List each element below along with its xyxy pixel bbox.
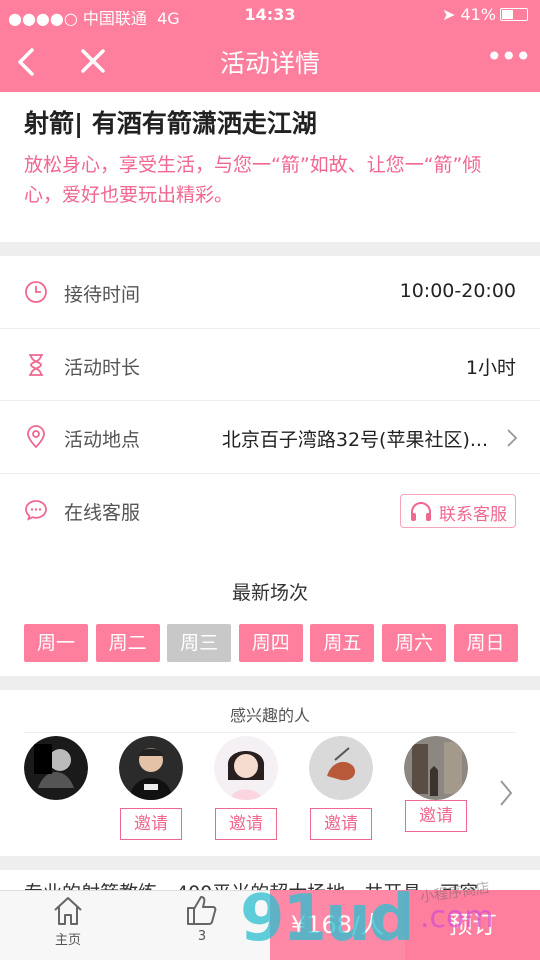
- info-label: 接待时间: [64, 284, 141, 306]
- clock-icon: [25, 281, 47, 303]
- info-value-address: 北京百子湾路32号(苹果社区)...: [221, 429, 488, 451]
- day-tuesday[interactable]: 周二: [95, 624, 160, 662]
- home-icon: [54, 897, 82, 925]
- avatar: [24, 736, 88, 800]
- interested-people: 感兴趣的人 邀请 邀请 邀请 邀请: [0, 690, 540, 856]
- person-avatar-5[interactable]: [404, 736, 468, 804]
- info-row-location[interactable]: 活动地点 北京百子湾路32号(苹果社区)...: [0, 401, 540, 474]
- activity-info: 接待时间 10:00-20:00 活动时长 1小时 活动地点 北京百子湾路32号…: [0, 256, 540, 546]
- info-label: 活动时长: [64, 356, 141, 379]
- chevron-right-icon[interactable]: [498, 778, 514, 808]
- invite-button-2[interactable]: 邀请: [120, 808, 182, 840]
- more-button[interactable]: •••: [486, 42, 532, 82]
- invite-button-3[interactable]: 邀请: [215, 808, 277, 840]
- info-label: 活动地点: [64, 429, 141, 451]
- info-row-duration: 活动时长 1小时: [0, 329, 540, 401]
- status-bar: ●●●●○ 中国联通 4G 14:33 ➤ 41%: [0, 0, 540, 30]
- tab-home-label: 主页: [54, 933, 81, 948]
- watermark-logo: 91ud: [240, 882, 414, 956]
- location-arrow-icon: ➤: [441, 5, 456, 24]
- more-dots-icon: •••: [486, 40, 532, 73]
- info-value: 10:00-20:00: [399, 280, 516, 302]
- person-avatar-4[interactable]: [309, 736, 373, 804]
- person-avatar-2[interactable]: [119, 736, 183, 804]
- info-row-reception-time: 接待时间 10:00-20:00: [0, 256, 540, 329]
- activity-subtitle: 放松身心，享受生活，与您一“箭”如故、让您一“箭”倾心，爱好也要玩出精彩。: [24, 154, 482, 206]
- info-row-online-service: 在线客服 联系客服: [0, 474, 540, 547]
- hourglass-icon: [29, 353, 43, 376]
- day-thursday[interactable]: 周四: [238, 624, 303, 662]
- thumbs-up-icon: [187, 896, 217, 925]
- divider: [24, 732, 516, 733]
- avatar: [214, 736, 278, 800]
- schedule-title: 最新场次: [231, 582, 308, 604]
- day-friday[interactable]: 周五: [310, 624, 375, 662]
- info-label: 在线客服: [64, 501, 141, 524]
- location-pin-icon: [27, 425, 45, 449]
- tab-like[interactable]: 3: [172, 893, 232, 944]
- chevron-right-icon: [507, 429, 518, 447]
- activity-title: 射箭| 有酒有箭潇洒走江湖: [24, 109, 317, 138]
- person-avatar-1[interactable]: [24, 736, 88, 804]
- invite-button-4[interactable]: 邀请: [310, 808, 372, 840]
- day-saturday[interactable]: 周六: [381, 624, 446, 662]
- info-value: 1小时: [465, 356, 516, 379]
- contact-service-label: 联系客服: [439, 504, 507, 525]
- schedule-section: 最新场次 周一 周二 周三 周四 周五 周六 周日: [0, 546, 540, 676]
- day-wednesday[interactable]: 周三: [167, 624, 232, 662]
- chat-bubble-icon: [25, 499, 47, 521]
- avatar: [119, 736, 183, 800]
- avatar: [309, 736, 373, 800]
- day-sunday[interactable]: 周日: [453, 624, 518, 662]
- day-monday[interactable]: 周一: [24, 624, 88, 662]
- contact-service-button[interactable]: 联系客服: [400, 493, 516, 528]
- tab-home[interactable]: 主页: [38, 893, 98, 948]
- day-selector: 周一 周二 周三 周四 周五 周六 周日: [24, 624, 525, 662]
- like-count: 3: [197, 929, 207, 944]
- activity-intro: 射箭| 有酒有箭潇洒走江湖 放松身心，享受生活，与您一“箭”如故、让您一“箭”倾…: [0, 92, 540, 242]
- person-avatar-3[interactable]: [214, 736, 278, 804]
- people-title: 感兴趣的人: [229, 706, 310, 725]
- nav-bar: 活动详情 •••: [0, 30, 540, 92]
- headset-icon: [411, 501, 431, 521]
- page-title: 活动详情: [219, 49, 320, 78]
- status-battery: ➤ 41%: [442, 5, 528, 24]
- battery-icon: [500, 8, 528, 21]
- avatar: [404, 736, 468, 800]
- invite-button-5[interactable]: 邀请: [405, 800, 467, 832]
